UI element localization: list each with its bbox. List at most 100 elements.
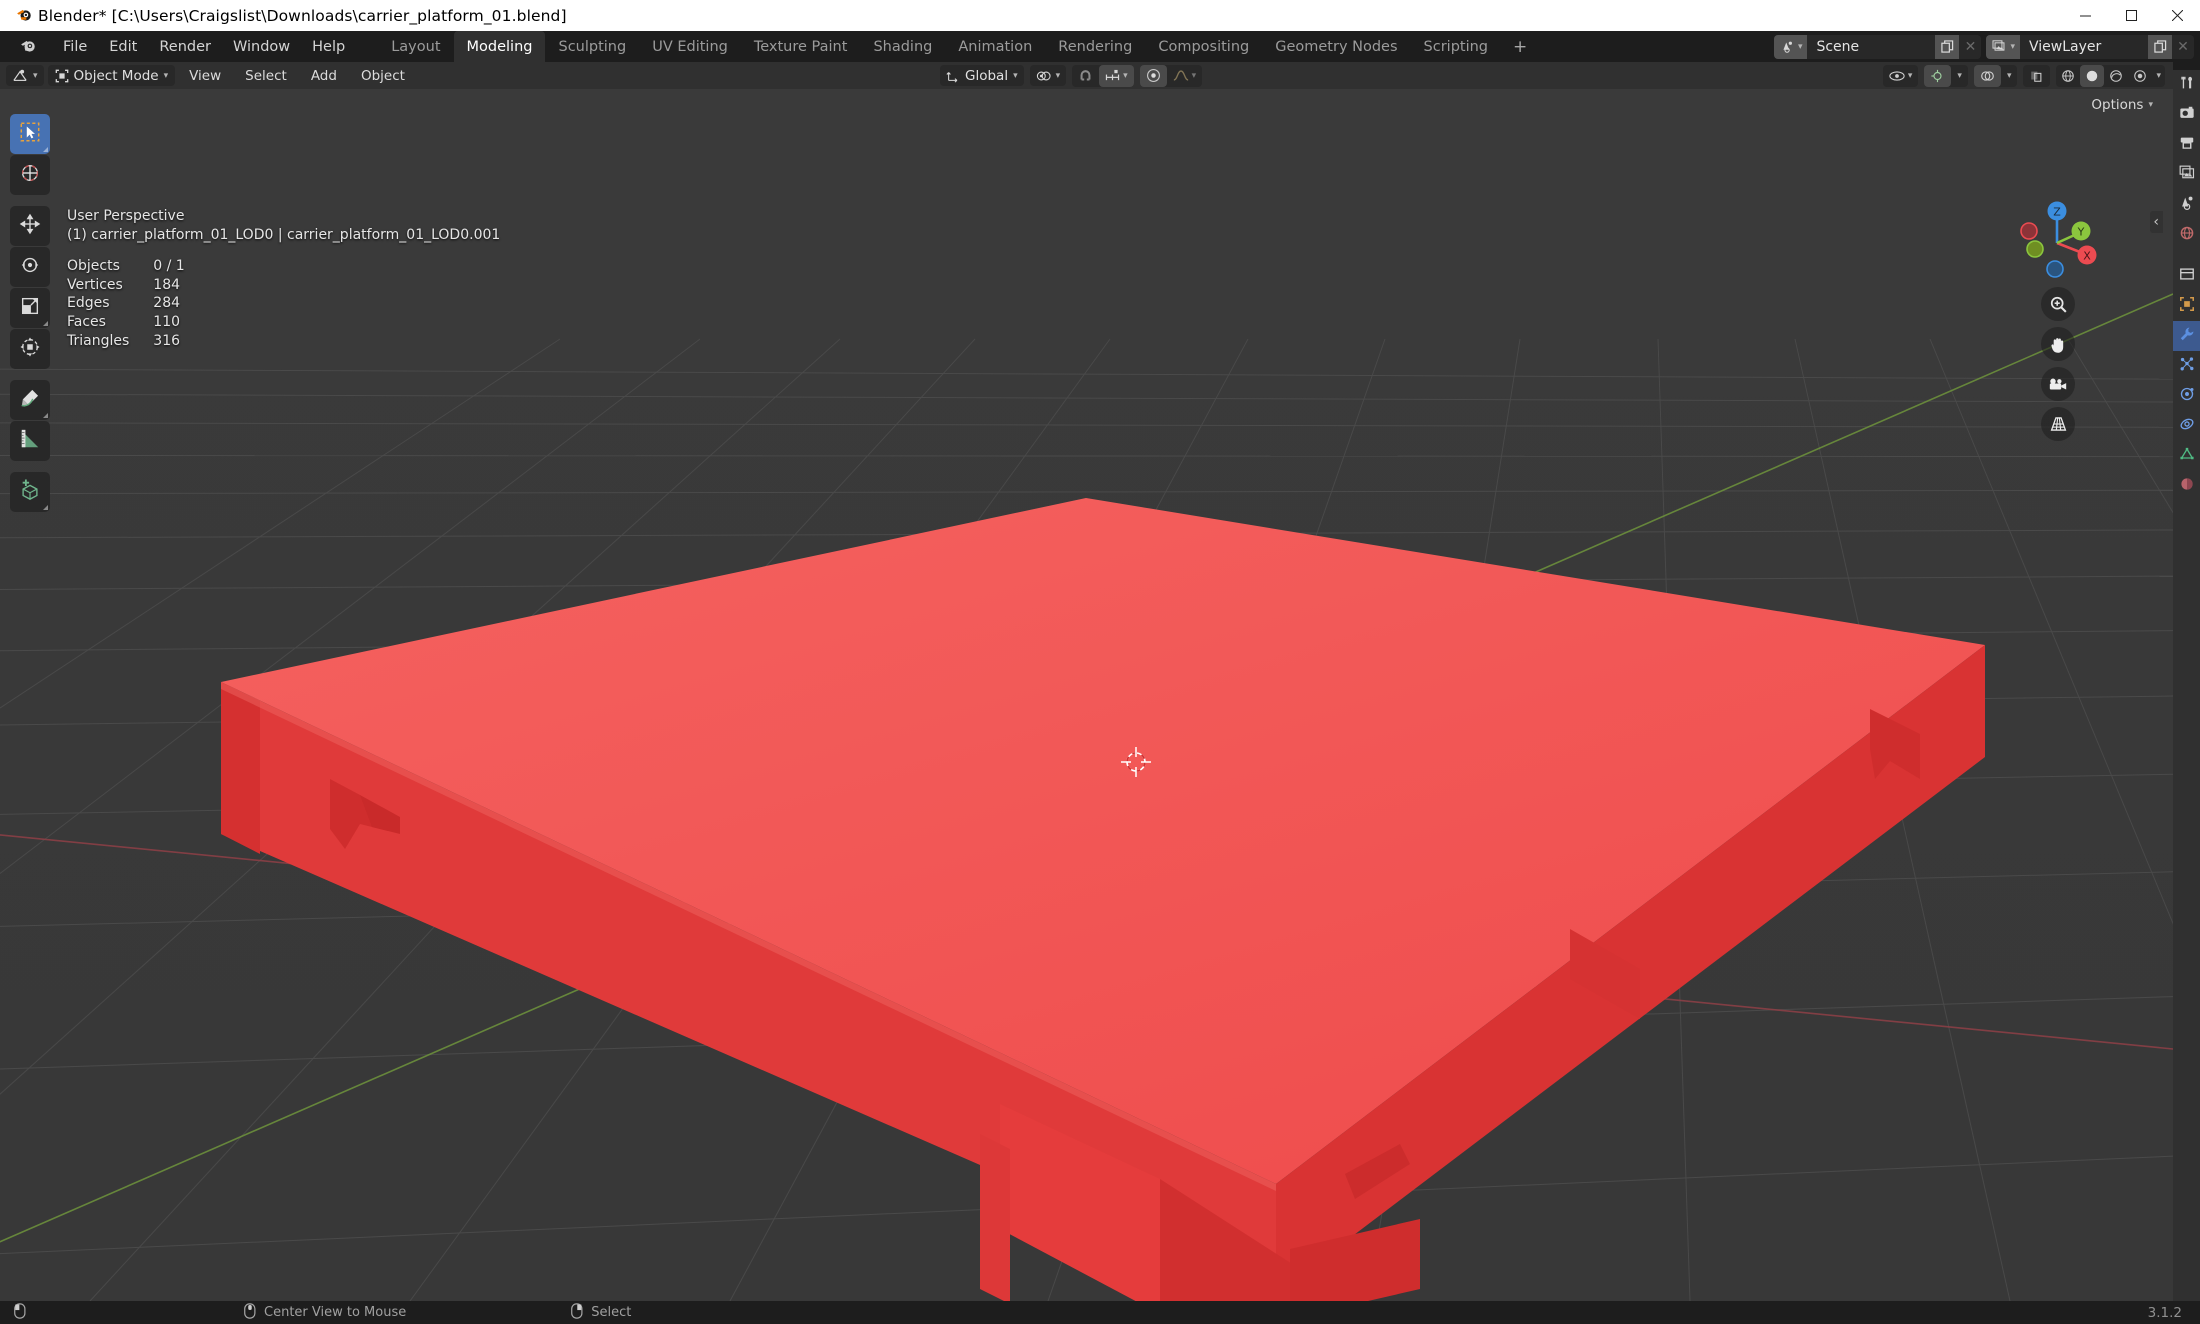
- workspace-tab-modeling[interactable]: Modeling: [453, 31, 546, 62]
- properties-tab-render[interactable]: [2173, 100, 2200, 130]
- add-workspace-button[interactable]: +: [1501, 31, 1539, 62]
- chevron-down-icon: ▾: [1797, 41, 1803, 52]
- workspace-tab-layout[interactable]: Layout: [378, 31, 453, 62]
- workspace-tab-uv-editing[interactable]: UV Editing: [639, 31, 741, 62]
- interaction-mode-dropdown[interactable]: Object Mode ▾: [47, 65, 176, 86]
- render-camera-back-icon: [2179, 105, 2195, 125]
- material-sphere-icon: [2179, 476, 2195, 496]
- tool-expand-corner[interactable]: [43, 505, 48, 510]
- properties-tab-tool[interactable]: [2173, 70, 2200, 100]
- xray-toggle-icon[interactable]: [2023, 65, 2050, 87]
- properties-tab-particles[interactable]: [2173, 351, 2200, 381]
- tool-expand-corner[interactable]: [43, 147, 48, 152]
- visibility-eye-icon[interactable]: ▾: [1883, 65, 1919, 87]
- menu-render[interactable]: Render: [148, 36, 222, 58]
- new-view-layer-button[interactable]: [2148, 34, 2172, 59]
- shading-rendered-button[interactable]: [2128, 65, 2152, 87]
- menu-file[interactable]: File: [52, 36, 98, 58]
- stat-value-objects: 0 / 1: [153, 258, 185, 275]
- workspace-tab-rendering[interactable]: Rendering: [1045, 31, 1145, 62]
- tool-select-box[interactable]: [10, 114, 50, 154]
- snap-magnet-icon[interactable]: [1072, 65, 1099, 87]
- navigation-gizmo[interactable]: Z Y X: [2011, 197, 2103, 289]
- blender-logo-icon[interactable]: [12, 38, 42, 55]
- viewport-menu-object[interactable]: Object: [351, 66, 415, 86]
- tool-move[interactable]: [10, 206, 50, 246]
- editor-type-3dview-icon[interactable]: ▾: [6, 65, 44, 86]
- workspace-tab-compositing[interactable]: Compositing: [1145, 31, 1262, 62]
- tool-transform[interactable]: [10, 329, 50, 369]
- remove-view-layer-button[interactable]: ✕: [2172, 34, 2194, 59]
- view-layer-name[interactable]: ViewLayer: [2020, 34, 2148, 59]
- gizmo-icon[interactable]: [1924, 64, 1952, 87]
- sidebar-toggle-button[interactable]: ‹: [2150, 211, 2163, 233]
- tool-wrench-screwdriver-icon: [2179, 75, 2195, 95]
- properties-tab-modifiers[interactable]: [2173, 321, 2200, 351]
- properties-tab-object[interactable]: [2173, 291, 2200, 321]
- tool-scale[interactable]: [10, 288, 50, 328]
- snapping-group: ▾: [1072, 64, 1134, 87]
- properties-tab-view-layer[interactable]: [2173, 160, 2200, 190]
- properties-tab-physics[interactable]: [2173, 381, 2200, 411]
- properties-tab-constraints[interactable]: [2173, 411, 2200, 441]
- menu-edit[interactable]: Edit: [98, 36, 148, 58]
- gizmo-dropdown[interactable]: ▾: [1951, 65, 1968, 87]
- snap-target-dropdown[interactable]: ▾: [1099, 64, 1134, 87]
- tool-add-cube[interactable]: [10, 472, 50, 512]
- viewport-menu-select[interactable]: Select: [235, 66, 297, 86]
- new-scene-button[interactable]: [1935, 34, 1960, 59]
- 3d-viewport[interactable]: User Perspective (1) carrier_platform_01…: [0, 89, 2173, 1301]
- hand-pan-icon[interactable]: [2041, 327, 2075, 361]
- overlays-dropdown[interactable]: ▾: [2001, 65, 2018, 87]
- tool-cursor[interactable]: [10, 155, 50, 195]
- properties-tab-world[interactable]: [2173, 220, 2200, 250]
- menu-help[interactable]: Help: [301, 36, 356, 58]
- workspace-tab-geometry-nodes[interactable]: Geometry Nodes: [1262, 31, 1410, 62]
- workspace-tab-scripting[interactable]: Scripting: [1411, 31, 1501, 62]
- ruler-measure-icon: [19, 428, 41, 454]
- properties-tab-output[interactable]: [2173, 130, 2200, 160]
- workspace-tab-shading[interactable]: Shading: [860, 31, 945, 62]
- viewport-menu-view[interactable]: View: [179, 66, 231, 86]
- window-controls: [2062, 0, 2200, 31]
- shading-solid-button[interactable]: [2080, 64, 2105, 87]
- shading-wireframe-button[interactable]: [2056, 65, 2080, 87]
- chevron-down-icon: ▾: [2148, 100, 2153, 110]
- transform-orientation-dropdown[interactable]: Global ▾: [940, 65, 1024, 86]
- falloff-smooth-dropdown[interactable]: ▾: [1167, 65, 1203, 87]
- pivot-point-dropdown[interactable]: ▾: [1029, 65, 1067, 86]
- tool-annotate[interactable]: [10, 380, 50, 420]
- proportional-edit-icon[interactable]: [1139, 64, 1167, 87]
- unlink-scene-button[interactable]: ✕: [1959, 34, 1982, 59]
- scene-selector[interactable]: ▾ Scene ✕: [1773, 34, 1982, 59]
- properties-tab-object-data[interactable]: [2173, 441, 2200, 471]
- zoom-icon[interactable]: [2041, 287, 2075, 321]
- properties-tab-collection[interactable]: [2173, 261, 2200, 291]
- viewport-menu-add[interactable]: Add: [301, 66, 347, 86]
- shading-material-preview-button[interactable]: [2104, 65, 2128, 87]
- overlays-icon[interactable]: [1973, 64, 2001, 87]
- scene-name[interactable]: Scene: [1807, 34, 1936, 59]
- shading-dropdown[interactable]: ▾: [2152, 65, 2165, 87]
- tool-expand-corner[interactable]: [43, 321, 48, 326]
- view-layer-icon[interactable]: ▾: [1986, 34, 2020, 59]
- view-perspective-label: User Perspective: [67, 208, 185, 224]
- maximize-button[interactable]: [2108, 0, 2154, 31]
- close-button[interactable]: [2154, 0, 2200, 31]
- tool-rotate[interactable]: [10, 247, 50, 287]
- ortho-persp-grid-icon[interactable]: [2041, 407, 2075, 441]
- tool-measure[interactable]: [10, 421, 50, 461]
- minimize-button[interactable]: [2062, 0, 2108, 31]
- view-layer-selector[interactable]: ▾ ViewLayer ✕: [1986, 34, 2194, 59]
- workspace-tab-animation[interactable]: Animation: [945, 31, 1045, 62]
- scene-icon[interactable]: ▾: [1773, 34, 1808, 59]
- tool-expand-corner[interactable]: [43, 413, 48, 418]
- workspace-tab-texture-paint[interactable]: Texture Paint: [741, 31, 861, 62]
- properties-tab-material[interactable]: [2173, 471, 2200, 501]
- menu-window[interactable]: Window: [222, 36, 301, 58]
- camera-view-icon[interactable]: [2041, 367, 2075, 401]
- workspace-tab-sculpting[interactable]: Sculpting: [545, 31, 639, 62]
- properties-editor-tabs: [2173, 62, 2200, 1301]
- viewport-options-button[interactable]: Options ▾: [2085, 95, 2159, 115]
- properties-tab-scene[interactable]: [2173, 190, 2200, 220]
